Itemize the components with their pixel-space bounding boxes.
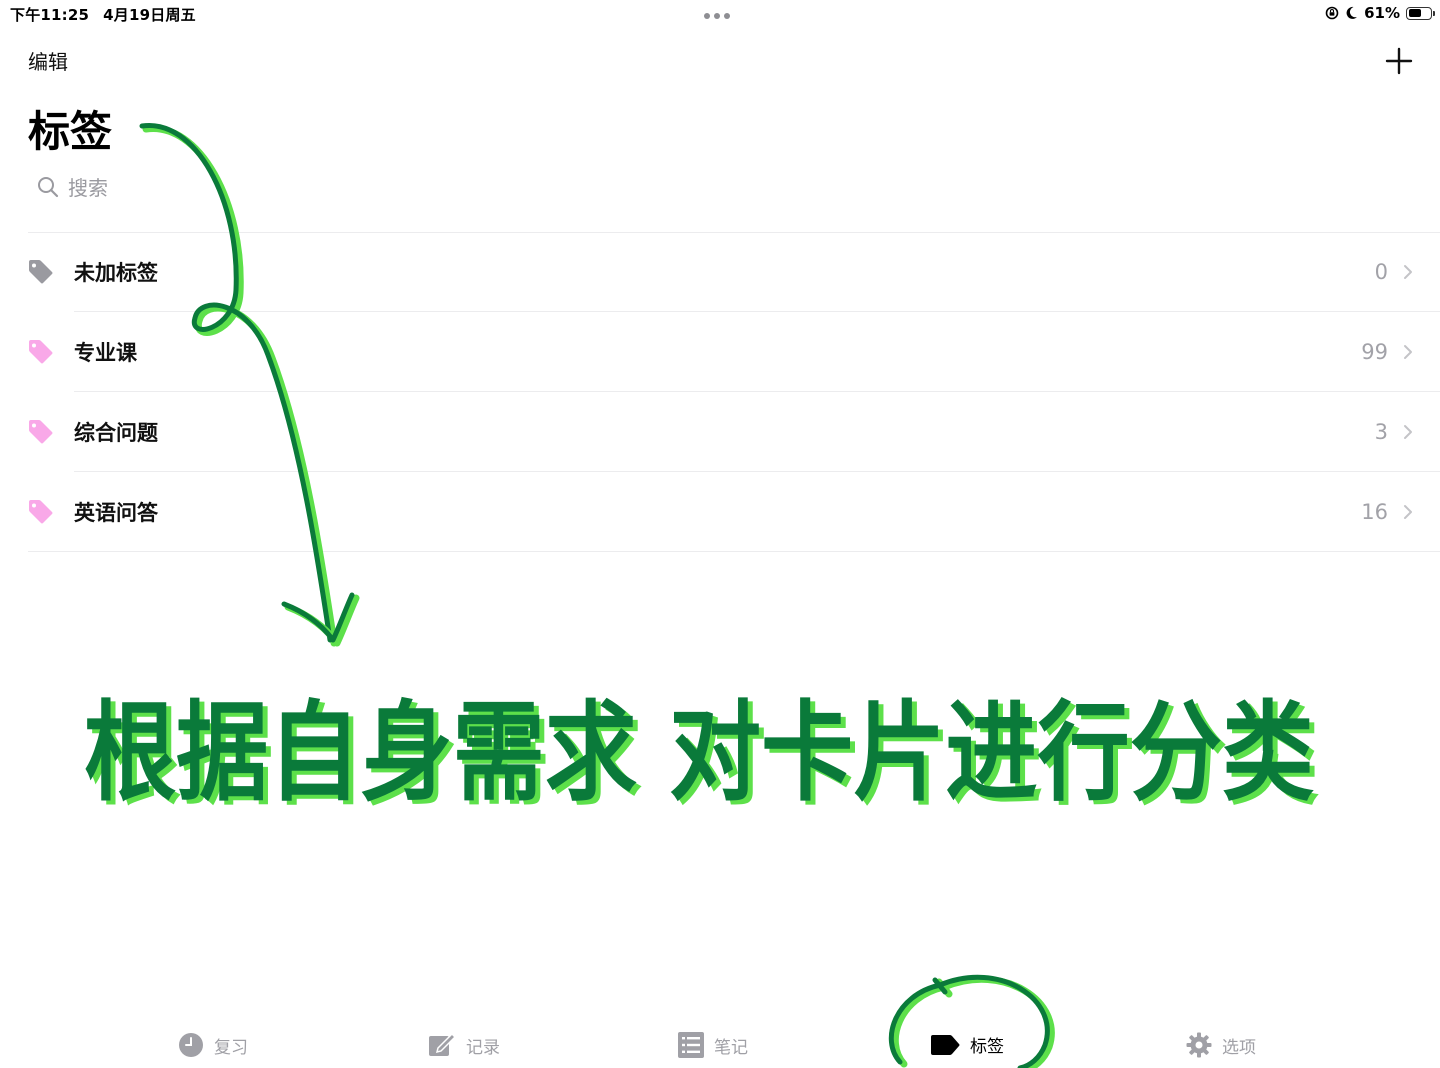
- search-placeholder: 搜索: [68, 176, 108, 200]
- search-icon: [38, 176, 59, 197]
- tab-review[interactable]: 复习: [178, 1032, 248, 1058]
- multitasking-menu[interactable]: [704, 13, 730, 19]
- chevron-right-icon: [1404, 265, 1412, 279]
- tag-count: 99: [1361, 340, 1388, 364]
- tag-label: 英语问答: [74, 501, 158, 525]
- tag-count: 16: [1361, 500, 1388, 524]
- page-title: 标签: [28, 107, 113, 156]
- tag-row-english-qa[interactable]: 英语问答 16: [0, 472, 1440, 552]
- tab-notes[interactable]: 笔记: [678, 1032, 748, 1058]
- status-bar-time: 下午11:25 4月19日周五: [10, 4, 196, 25]
- compose-icon: [429, 1032, 456, 1056]
- search-field[interactable]: 搜索: [36, 172, 108, 201]
- tab-label: 选项: [1222, 1037, 1256, 1058]
- tag-list: 未加标签 0 专业课 99 综合问题 3 英语问答 16: [0, 232, 1440, 552]
- battery-level-fill: [1408, 9, 1421, 17]
- tag-icon: [29, 420, 53, 444]
- chevron-right-icon: [1404, 345, 1412, 359]
- annotation-text: 根据自身需求 对卡片进行分类: [84, 691, 1314, 816]
- tag-icon: [29, 500, 53, 524]
- chevron-right-icon: [1404, 425, 1412, 439]
- tag-row-untagged[interactable]: 未加标签 0: [0, 232, 1440, 312]
- tab-label: 复习: [214, 1037, 248, 1058]
- battery-icon: [1406, 6, 1435, 20]
- tab-label: 记录: [466, 1037, 500, 1058]
- tab-bar: 复习 记录 笔记 标签 选项: [0, 1020, 1440, 1068]
- tag-icon: [29, 340, 53, 364]
- tab-options[interactable]: 选项: [1186, 1032, 1256, 1058]
- status-bar-indicators: 61%: [1325, 4, 1435, 22]
- tag-label: 专业课: [74, 341, 137, 365]
- tag-count: 0: [1374, 260, 1388, 284]
- rotation-lock-icon: [1325, 6, 1339, 20]
- status-time-text: 下午11:25: [10, 6, 90, 24]
- gear-icon: [1186, 1032, 1212, 1058]
- edit-button[interactable]: 编辑: [28, 46, 68, 75]
- tag-count: 3: [1374, 420, 1388, 444]
- chevron-right-icon: [1404, 505, 1412, 519]
- annotation-text-shadow: 根据自身需求 对卡片进行分类: [89, 695, 1319, 820]
- tag-icon: [29, 260, 53, 284]
- tab-tags[interactable]: 标签: [930, 1032, 1004, 1057]
- tag-row-comprehensive-questions[interactable]: 综合问题 3: [0, 392, 1440, 472]
- tab-record[interactable]: 记录: [428, 1032, 500, 1058]
- battery-percent: 61%: [1364, 4, 1400, 22]
- status-date-text: 4月19日周五: [103, 6, 196, 24]
- clock-icon: [179, 1033, 203, 1057]
- moon-icon: [1346, 6, 1358, 19]
- tag-icon: [931, 1034, 960, 1055]
- plus-icon[interactable]: [1384, 46, 1414, 76]
- tag-label: 综合问题: [74, 421, 158, 445]
- list-icon: [678, 1032, 704, 1058]
- tag-label: 未加标签: [74, 261, 158, 285]
- tag-row-professional-course[interactable]: 专业课 99: [0, 312, 1440, 392]
- tab-label: 标签: [970, 1037, 1004, 1057]
- tab-label: 笔记: [714, 1037, 748, 1058]
- tags-screen: 下午11:25 4月19日周五 61% 编辑 标签 搜索 未加标签 0 专业课 …: [0, 0, 1440, 1068]
